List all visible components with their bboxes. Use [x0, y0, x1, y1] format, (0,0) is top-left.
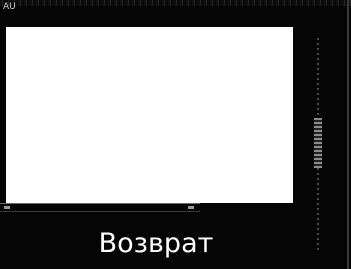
back-button[interactable]: Возврат: [86, 224, 226, 264]
panel-bottom-strip: [0, 203, 200, 212]
corner-mark: AU: [3, 2, 16, 12]
top-edge-noise: [0, 0, 351, 6]
strip-tick-right: [188, 206, 194, 209]
strip-tick-left: [4, 206, 10, 209]
right-edge-divider: [347, 0, 349, 269]
scrollbar-thumb[interactable]: [314, 118, 322, 168]
screen: AU Возврат: [0, 0, 351, 269]
content-panel: [6, 27, 293, 203]
vertical-scrollbar[interactable]: [312, 38, 324, 252]
